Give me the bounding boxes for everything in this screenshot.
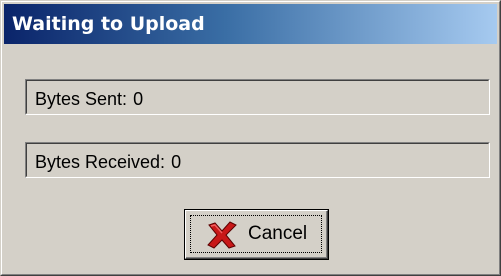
- bytes-received-label: Bytes Received:: [35, 152, 166, 172]
- cancel-x-icon: [207, 221, 237, 249]
- cancel-button-label: Cancel: [248, 223, 308, 244]
- bytes-sent-value: 0: [133, 89, 144, 109]
- bytes-received-field: Bytes Received: 0: [25, 142, 490, 178]
- bytes-sent-field: Bytes Sent: 0: [25, 79, 490, 115]
- bytes-sent-label: Bytes Sent:: [35, 89, 128, 109]
- cancel-button[interactable]: Cancel: [184, 209, 329, 260]
- title-bar[interactable]: Waiting to Upload: [4, 4, 497, 44]
- upload-dialog: Waiting to Upload Bytes Sent: 0 Bytes Rec…: [0, 0, 501, 276]
- bytes-received-value: 0: [171, 152, 182, 172]
- dialog-frame: Waiting to Upload Bytes Sent: 0 Bytes Rec…: [1, 1, 500, 275]
- dialog-title: Waiting to Upload: [12, 13, 205, 35]
